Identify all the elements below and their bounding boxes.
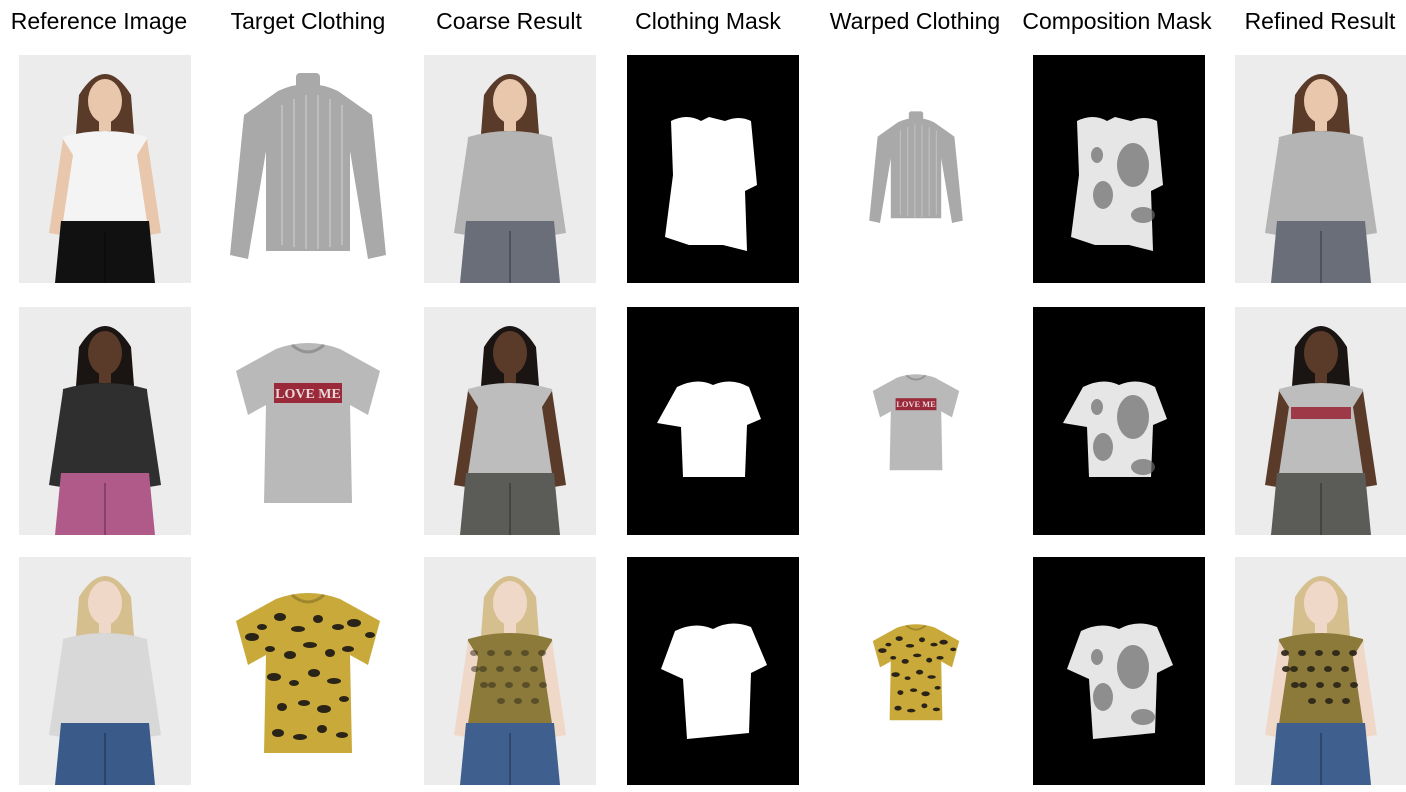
target-clothing-graphic: LOVE ME bbox=[236, 343, 380, 503]
composition-mask-row-3 bbox=[1033, 557, 1205, 785]
target-clothing-row-2: LOVE ME bbox=[222, 307, 394, 535]
target-clothing-row-3 bbox=[222, 557, 394, 785]
clothing-mask-graphic bbox=[627, 557, 799, 785]
column-headers: Reference Image Target Clothing Coarse R… bbox=[0, 0, 1406, 48]
header-reference-image: Reference Image bbox=[10, 8, 188, 34]
composition-mask-graphic bbox=[1033, 55, 1205, 283]
composition-mask-row-1 bbox=[1033, 55, 1205, 283]
clothing-mask-row-2 bbox=[627, 307, 799, 535]
refined-result-graphic bbox=[1235, 307, 1406, 535]
warped-clothing-row-2: LOVE ME bbox=[830, 307, 1002, 535]
refined-result-row-2 bbox=[1235, 307, 1406, 535]
svg-text:LOVE ME: LOVE ME bbox=[275, 387, 341, 402]
reference-image-graphic bbox=[19, 55, 191, 283]
coarse-result-graphic bbox=[424, 55, 596, 283]
target-clothing-graphic bbox=[230, 73, 386, 259]
header-composition-mask: Composition Mask bbox=[1022, 8, 1212, 34]
header-clothing-mask: Clothing Mask bbox=[635, 8, 781, 34]
coarse-result-graphic bbox=[424, 557, 596, 785]
target-clothing-graphic bbox=[236, 593, 380, 753]
clothing-mask-graphic bbox=[627, 307, 799, 535]
composition-mask-row-2 bbox=[1033, 307, 1205, 535]
warped-clothing-graphic bbox=[869, 111, 963, 223]
refined-result-row-1 bbox=[1235, 55, 1406, 283]
header-refined-result: Refined Result bbox=[1244, 8, 1396, 34]
refined-result-graphic bbox=[1235, 55, 1406, 283]
header-target-clothing: Target Clothing bbox=[230, 8, 386, 34]
warped-clothing-graphic bbox=[872, 624, 960, 721]
coarse-result-graphic bbox=[424, 307, 596, 535]
reference-image-graphic bbox=[19, 557, 191, 785]
composition-mask-graphic bbox=[1033, 307, 1205, 535]
coarse-result-row-1 bbox=[424, 55, 596, 283]
clothing-mask-row-1 bbox=[627, 55, 799, 283]
clothing-mask-row-3 bbox=[627, 557, 799, 785]
reference-image-row-1 bbox=[19, 55, 191, 283]
warped-clothing-row-1 bbox=[830, 55, 1002, 283]
target-clothing-row-1 bbox=[222, 55, 394, 283]
composition-mask-graphic bbox=[1033, 557, 1205, 785]
coarse-result-row-3 bbox=[424, 557, 596, 785]
coarse-result-row-2 bbox=[424, 307, 596, 535]
warped-clothing-row-3 bbox=[830, 557, 1002, 785]
reference-image-row-3 bbox=[19, 557, 191, 785]
refined-result-row-3 bbox=[1235, 557, 1406, 785]
refined-result-graphic bbox=[1235, 557, 1406, 785]
header-coarse-result: Coarse Result bbox=[436, 8, 582, 34]
svg-text:LOVE ME: LOVE ME bbox=[896, 400, 936, 409]
clothing-mask-graphic bbox=[627, 55, 799, 283]
header-warped-clothing: Warped Clothing bbox=[829, 8, 1001, 34]
reference-image-graphic bbox=[19, 307, 191, 535]
warped-clothing-graphic: LOVE ME bbox=[872, 374, 960, 471]
reference-image-row-2 bbox=[19, 307, 191, 535]
